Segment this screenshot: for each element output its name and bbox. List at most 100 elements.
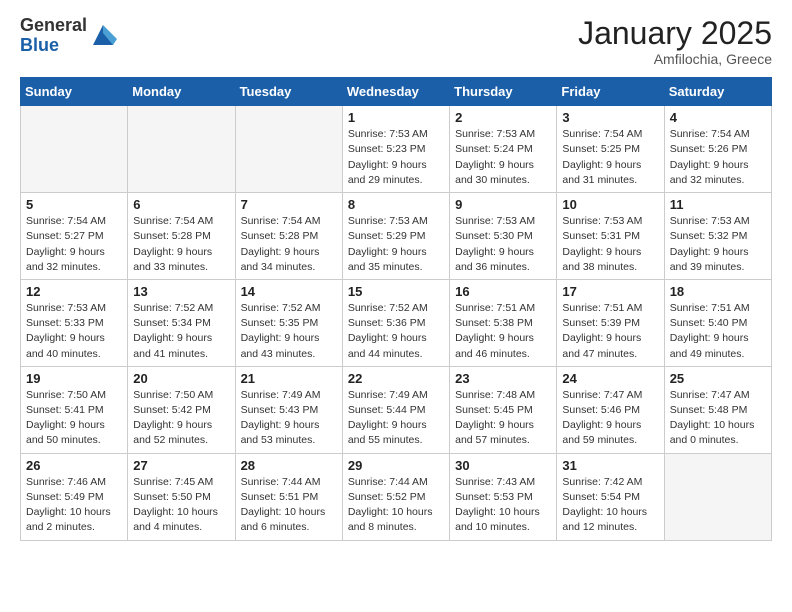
cell-info: Sunrise: 7:53 AM Sunset: 5:30 PM Dayligh…: [455, 214, 551, 275]
cell-info: Sunrise: 7:43 AM Sunset: 5:53 PM Dayligh…: [455, 475, 551, 536]
day-number: 10: [562, 197, 658, 212]
calendar-cell: 11 Sunrise: 7:53 AM Sunset: 5:32 PM Dayli…: [664, 193, 771, 280]
month-title: January 2025: [578, 16, 772, 51]
cell-info: Sunrise: 7:53 AM Sunset: 5:24 PM Dayligh…: [455, 127, 551, 188]
cell-info: Sunrise: 7:51 AM Sunset: 5:40 PM Dayligh…: [670, 301, 766, 362]
cell-info: Sunrise: 7:52 AM Sunset: 5:36 PM Dayligh…: [348, 301, 444, 362]
calendar-cell: 5 Sunrise: 7:54 AM Sunset: 5:27 PM Daylig…: [21, 193, 128, 280]
day-number: 14: [241, 284, 337, 299]
calendar-cell: 15 Sunrise: 7:52 AM Sunset: 5:36 PM Dayli…: [342, 279, 449, 366]
calendar-cell: [128, 106, 235, 193]
calendar-cell: 2 Sunrise: 7:53 AM Sunset: 5:24 PM Daylig…: [450, 106, 557, 193]
cell-info: Sunrise: 7:53 AM Sunset: 5:29 PM Dayligh…: [348, 214, 444, 275]
day-number: 17: [562, 284, 658, 299]
calendar-cell: 4Sunrise: 7:54 AM Sunset: 5:26 PM Daylig…: [664, 106, 771, 193]
cell-info: Sunrise: 7:54 AM Sunset: 5:25 PM Dayligh…: [562, 127, 658, 188]
cell-info: Sunrise: 7:51 AM Sunset: 5:38 PM Dayligh…: [455, 301, 551, 362]
day-number: 15: [348, 284, 444, 299]
calendar-cell: 7Sunrise: 7:54 AM Sunset: 5:28 PM Daylig…: [235, 193, 342, 280]
logo-general: General: [20, 16, 87, 36]
day-number: 16: [455, 284, 551, 299]
calendar-cell: 27 Sunrise: 7:45 AM Sunset: 5:50 PM Dayli…: [128, 453, 235, 540]
calendar-cell: 6Sunrise: 7:54 AM Sunset: 5:28 PM Daylig…: [128, 193, 235, 280]
cell-info: Sunrise: 7:54 AM Sunset: 5:27 PM Dayligh…: [26, 214, 122, 275]
logo-icon: [89, 21, 117, 49]
calendar-cell: [664, 453, 771, 540]
cell-info: Sunrise: 7:47 AM Sunset: 5:46 PM Dayligh…: [562, 388, 658, 449]
calendar-cell: [21, 106, 128, 193]
day-number: 8: [348, 197, 444, 212]
cell-info: Sunrise: 7:54 AM Sunset: 5:28 PM Dayligh…: [133, 214, 229, 275]
day-number: 31: [562, 458, 658, 473]
logo-text: General Blue: [20, 16, 87, 56]
header-saturday: Saturday: [664, 78, 771, 106]
calendar-cell: 17 Sunrise: 7:51 AM Sunset: 5:39 PM Dayli…: [557, 279, 664, 366]
calendar-cell: 19 Sunrise: 7:50 AM Sunset: 5:41 PM Dayli…: [21, 366, 128, 453]
cell-info: Sunrise: 7:53 AM Sunset: 5:23 PM Dayligh…: [348, 127, 444, 188]
cell-info: Sunrise: 7:52 AM Sunset: 5:35 PM Dayligh…: [241, 301, 337, 362]
day-number: 24: [562, 371, 658, 386]
calendar-cell: 18 Sunrise: 7:51 AM Sunset: 5:40 PM Dayli…: [664, 279, 771, 366]
day-number: 5: [26, 197, 122, 212]
calendar-cell: 29Sunrise: 7:44 AM Sunset: 5:52 PM Dayli…: [342, 453, 449, 540]
calendar-cell: 20 Sunrise: 7:50 AM Sunset: 5:42 PM Dayli…: [128, 366, 235, 453]
calendar-table: Sunday Monday Tuesday Wednesday Thursday…: [20, 77, 772, 540]
day-number: 25: [670, 371, 766, 386]
calendar-cell: 8 Sunrise: 7:53 AM Sunset: 5:29 PM Daylig…: [342, 193, 449, 280]
calendar-cell: 16 Sunrise: 7:51 AM Sunset: 5:38 PM Dayli…: [450, 279, 557, 366]
calendar-cell: 24 Sunrise: 7:47 AM Sunset: 5:46 PM Dayli…: [557, 366, 664, 453]
header-friday: Friday: [557, 78, 664, 106]
day-number: 22: [348, 371, 444, 386]
cell-info: Sunrise: 7:53 AM Sunset: 5:32 PM Dayligh…: [670, 214, 766, 275]
day-number: 18: [670, 284, 766, 299]
calendar-week-row: 26Sunrise: 7:46 AM Sunset: 5:49 PM Dayli…: [21, 453, 772, 540]
cell-info: Sunrise: 7:50 AM Sunset: 5:42 PM Dayligh…: [133, 388, 229, 449]
day-number: 2: [455, 110, 551, 125]
day-number: 26: [26, 458, 122, 473]
cell-info: Sunrise: 7:54 AM Sunset: 5:26 PM Dayligh…: [670, 127, 766, 188]
calendar-week-row: 5 Sunrise: 7:54 AM Sunset: 5:27 PM Daylig…: [21, 193, 772, 280]
calendar-cell: 22 Sunrise: 7:49 AM Sunset: 5:44 PM Dayli…: [342, 366, 449, 453]
calendar-cell: 31 Sunrise: 7:42 AM Sunset: 5:54 PM Dayli…: [557, 453, 664, 540]
day-number: 12: [26, 284, 122, 299]
cell-info: Sunrise: 7:51 AM Sunset: 5:39 PM Dayligh…: [562, 301, 658, 362]
day-number: 19: [26, 371, 122, 386]
cell-info: Sunrise: 7:49 AM Sunset: 5:44 PM Dayligh…: [348, 388, 444, 449]
calendar-week-row: 1 Sunrise: 7:53 AM Sunset: 5:23 PM Daylig…: [21, 106, 772, 193]
header-sunday: Sunday: [21, 78, 128, 106]
calendar-cell: 10Sunrise: 7:53 AM Sunset: 5:31 PM Dayli…: [557, 193, 664, 280]
calendar-week-row: 19 Sunrise: 7:50 AM Sunset: 5:41 PM Dayli…: [21, 366, 772, 453]
calendar-cell: 1 Sunrise: 7:53 AM Sunset: 5:23 PM Daylig…: [342, 106, 449, 193]
day-number: 23: [455, 371, 551, 386]
cell-info: Sunrise: 7:50 AM Sunset: 5:41 PM Dayligh…: [26, 388, 122, 449]
calendar-cell: [235, 106, 342, 193]
calendar-cell: 26Sunrise: 7:46 AM Sunset: 5:49 PM Dayli…: [21, 453, 128, 540]
day-number: 21: [241, 371, 337, 386]
calendar-cell: 9 Sunrise: 7:53 AM Sunset: 5:30 PM Daylig…: [450, 193, 557, 280]
cell-info: Sunrise: 7:42 AM Sunset: 5:54 PM Dayligh…: [562, 475, 658, 536]
header-monday: Monday: [128, 78, 235, 106]
day-number: 20: [133, 371, 229, 386]
cell-info: Sunrise: 7:47 AM Sunset: 5:48 PM Dayligh…: [670, 388, 766, 449]
cell-info: Sunrise: 7:52 AM Sunset: 5:34 PM Dayligh…: [133, 301, 229, 362]
page-header: General Blue January 2025 Amfilochia, Gr…: [20, 16, 772, 67]
day-number: 3: [562, 110, 658, 125]
day-number: 9: [455, 197, 551, 212]
title-block: January 2025 Amfilochia, Greece: [578, 16, 772, 67]
calendar-cell: 12Sunrise: 7:53 AM Sunset: 5:33 PM Dayli…: [21, 279, 128, 366]
calendar-cell: 28Sunrise: 7:44 AM Sunset: 5:51 PM Dayli…: [235, 453, 342, 540]
calendar-week-row: 12Sunrise: 7:53 AM Sunset: 5:33 PM Dayli…: [21, 279, 772, 366]
day-number: 11: [670, 197, 766, 212]
calendar-cell: 21Sunrise: 7:49 AM Sunset: 5:43 PM Dayli…: [235, 366, 342, 453]
cell-info: Sunrise: 7:44 AM Sunset: 5:52 PM Dayligh…: [348, 475, 444, 536]
cell-info: Sunrise: 7:45 AM Sunset: 5:50 PM Dayligh…: [133, 475, 229, 536]
header-wednesday: Wednesday: [342, 78, 449, 106]
cell-info: Sunrise: 7:44 AM Sunset: 5:51 PM Dayligh…: [241, 475, 337, 536]
calendar-page: General Blue January 2025 Amfilochia, Gr…: [0, 0, 792, 557]
header-tuesday: Tuesday: [235, 78, 342, 106]
day-number: 1: [348, 110, 444, 125]
logo: General Blue: [20, 16, 117, 56]
calendar-cell: 23Sunrise: 7:48 AM Sunset: 5:45 PM Dayli…: [450, 366, 557, 453]
day-number: 27: [133, 458, 229, 473]
day-number: 30: [455, 458, 551, 473]
